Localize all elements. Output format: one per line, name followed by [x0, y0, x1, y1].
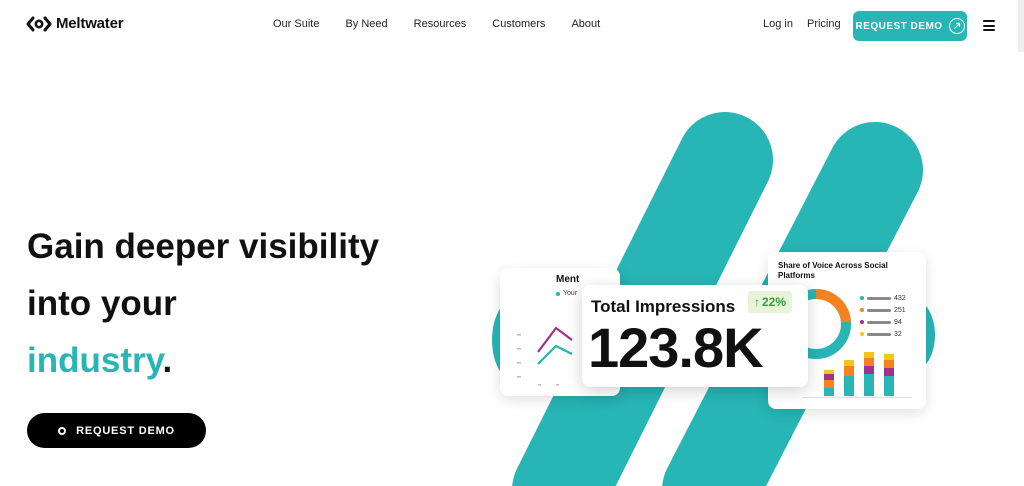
mentions-line-teal — [537, 344, 573, 365]
meltwater-logo-icon — [26, 16, 52, 31]
hero-line-2: into your — [27, 284, 177, 323]
bar-segment-yellow — [864, 352, 874, 358]
legend-dot-icon — [860, 320, 864, 324]
bar-segment-orange — [844, 366, 854, 376]
pricing-link[interactable]: Pricing — [807, 18, 841, 30]
sov-legend-row: 251 — [860, 304, 906, 316]
site-header: Meltwater Our Suite By Need Resources Cu… — [0, 0, 1024, 52]
impressions-change-badge: ↑ 22% — [748, 291, 793, 313]
hero-title: Gain deeper visibility into your industr… — [27, 218, 379, 389]
nav-resources[interactable]: Resources — [414, 18, 467, 30]
impressions-change-value: 22% — [762, 295, 787, 309]
sov-legend-row: 432 — [860, 292, 906, 304]
bar-segment-purple — [824, 374, 834, 380]
sov-legend: 432 251 94 32 — [860, 292, 906, 340]
login-link[interactable]: Log in — [763, 18, 793, 30]
sov-bar-4 — [884, 354, 894, 396]
header-demo-label: REQUEST DEMO — [855, 20, 943, 32]
meltwater-logo[interactable]: Meltwater — [26, 15, 124, 32]
legend-bar — [867, 296, 891, 300]
bar-segment-teal — [884, 376, 894, 396]
logo-text: Meltwater — [56, 15, 124, 32]
sov-bar-3 — [864, 352, 874, 396]
total-impressions-card: Total Impressions ↑ 22% 123.8K — [582, 285, 808, 387]
main-nav: Our Suite By Need Resources Customers Ab… — [273, 18, 600, 30]
sov-title: Share of Voice Across Social Platforms — [778, 261, 888, 280]
bar-segment-orange — [864, 358, 874, 366]
sov-legend-value: 94 — [894, 318, 902, 326]
arrow-up-icon: ↑ — [754, 295, 760, 309]
hero-line-1: Gain deeper visibility — [27, 227, 380, 266]
sov-legend-row: 94 — [860, 316, 906, 328]
nav-our-suite[interactable]: Our Suite — [273, 18, 319, 30]
sov-baseline — [802, 397, 912, 398]
hero-request-demo-button[interactable]: REQUEST DEMO — [27, 413, 206, 448]
impressions-title: Total Impressions — [591, 297, 736, 316]
utility-nav: Log in Pricing — [763, 18, 841, 30]
hamburger-icon[interactable] — [983, 20, 995, 31]
nav-customers[interactable]: Customers — [492, 18, 545, 30]
sov-donut-orange — [815, 288, 851, 323]
nav-by-need[interactable]: By Need — [345, 18, 387, 30]
hero-demo-label: REQUEST DEMO — [76, 424, 175, 437]
legend-dot-icon — [860, 296, 864, 300]
bar-segment-yellow — [884, 354, 894, 360]
bar-segment-teal — [864, 374, 874, 396]
header-request-demo-button[interactable]: REQUEST DEMO — [853, 11, 967, 41]
bar-segment-orange — [824, 380, 834, 388]
sov-legend-value: 432 — [894, 294, 906, 302]
legend-dot-icon — [860, 332, 864, 336]
sov-bar-2 — [844, 360, 854, 396]
bar-segment-yellow — [824, 370, 834, 374]
hero-period: . — [162, 341, 173, 380]
mentions-tick — [538, 384, 541, 386]
sov-legend-value: 32 — [894, 330, 902, 338]
legend-bar — [867, 332, 891, 336]
bar-segment-purple — [864, 366, 874, 374]
hero-highlight: industry — [27, 341, 163, 380]
sov-legend-value: 251 — [894, 306, 906, 314]
mentions-tick — [517, 334, 521, 336]
sov-legend-row: 32 — [860, 328, 906, 340]
arrow-up-right-icon — [948, 18, 965, 34]
mentions-tick — [556, 384, 559, 386]
legend-dot-icon — [860, 308, 864, 312]
scrollbar[interactable] — [1018, 0, 1024, 52]
mentions-tick — [517, 362, 521, 364]
bar-segment-purple — [884, 368, 894, 376]
nav-about[interactable]: About — [571, 18, 600, 30]
bar-segment-orange — [884, 360, 894, 368]
circle-icon — [58, 426, 67, 435]
bar-segment-yellow — [844, 360, 854, 366]
bar-segment-teal — [844, 376, 854, 396]
impressions-value: 123.8K — [588, 316, 764, 379]
sov-bar-1 — [824, 370, 834, 396]
bar-segment-teal — [824, 388, 834, 396]
mentions-tick — [517, 348, 521, 350]
legend-bar — [867, 320, 891, 324]
legend-bar — [867, 308, 891, 312]
mentions-tick — [517, 376, 521, 378]
